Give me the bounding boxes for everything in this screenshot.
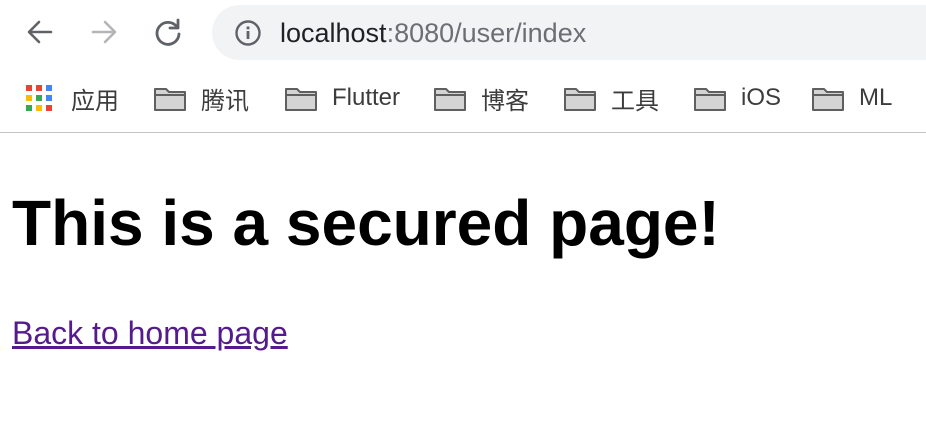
- arrow-right-icon: [91, 20, 117, 44]
- back-button[interactable]: [22, 14, 58, 50]
- bookmarks-bar: 应用 腾讯 Flutter 博客 工具 iOS ML: [0, 66, 926, 132]
- address-bar[interactable]: localhost:8080/user/index: [212, 5, 926, 60]
- apps-grid-icon: [26, 85, 52, 111]
- browser-toolbar: localhost:8080/user/index: [0, 0, 926, 66]
- page-content: This is a secured page! Back to home pag…: [0, 133, 926, 440]
- bookmark-folder-ios[interactable]: iOS: [693, 83, 781, 113]
- bookmark-label: 腾讯: [201, 87, 249, 115]
- bookmark-label: iOS: [741, 84, 782, 111]
- address-url[interactable]: localhost:8080/user/index: [280, 17, 586, 49]
- bookmark-label: 工具: [611, 87, 659, 115]
- folder-icon: [564, 88, 596, 111]
- bookmark-label: ML: [859, 84, 893, 111]
- bookmark-folder-flutter[interactable]: Flutter: [284, 83, 400, 113]
- bookmark-label: Flutter: [332, 84, 401, 111]
- url-host: localhost: [280, 18, 387, 48]
- bookmark-apps-label: 应用: [71, 87, 119, 115]
- folder-icon: [285, 88, 317, 111]
- reload-icon: [155, 18, 181, 46]
- folder-icon: [154, 88, 186, 111]
- bookmark-folder-tools[interactable]: 工具: [563, 83, 659, 115]
- folder-icon: [694, 88, 726, 111]
- folder-icon: [812, 88, 844, 111]
- bookmark-folder-ml[interactable]: ML: [811, 83, 892, 113]
- info-circle-icon[interactable]: [234, 19, 262, 47]
- forward-button[interactable]: [86, 14, 122, 50]
- reload-button[interactable]: [150, 14, 186, 50]
- page-title: This is a secured page!: [12, 187, 720, 259]
- folder-icon: [434, 88, 466, 111]
- url-path: :8080/user/index: [386, 18, 587, 48]
- bookmark-folder-blog[interactable]: 博客: [433, 83, 529, 115]
- bookmark-apps[interactable]: 应用: [25, 83, 119, 115]
- back-to-home-link[interactable]: Back to home page: [12, 313, 288, 353]
- bookmark-label: 博客: [481, 87, 529, 115]
- arrow-left-icon: [27, 20, 53, 44]
- browser-chrome: localhost:8080/user/index 应用 腾讯 Flutter …: [0, 0, 926, 133]
- bookmark-folder-tencent[interactable]: 腾讯: [153, 83, 249, 115]
